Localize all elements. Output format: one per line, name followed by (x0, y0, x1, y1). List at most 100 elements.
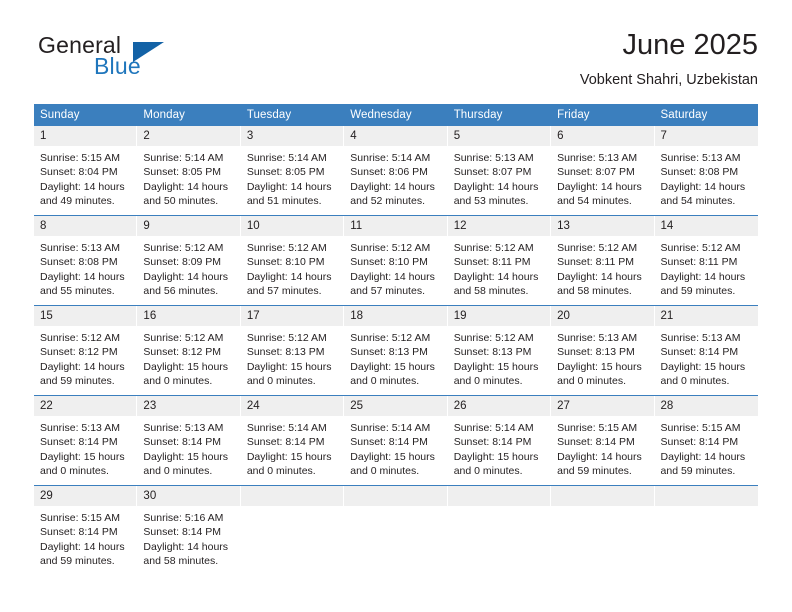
daylight-text-line2: and 57 minutes. (246, 285, 322, 298)
sunset-text: Sunset: 8:14 PM (660, 346, 739, 359)
day-cell[interactable]: 8 Sunrise: 5:13 AM Sunset: 8:08 PM Dayli… (34, 215, 138, 306)
day-cell[interactable]: 17 Sunrise: 5:12 AM Sunset: 8:13 PM Dayl… (240, 305, 345, 396)
daylight-text-line1: Daylight: 14 hours (40, 360, 125, 373)
day-cell[interactable]: 26 Sunrise: 5:14 AM Sunset: 8:14 PM Dayl… (447, 395, 552, 486)
sunrise-text: Sunrise: 5:12 AM (350, 332, 431, 344)
calendar-body: 1 Sunrise: 5:15 AM Sunset: 8:04 PM Dayli… (34, 126, 758, 575)
day-details: Sunrise: 5:12 AM Sunset: 8:11 PM Dayligh… (448, 236, 551, 299)
day-number: 28 (654, 396, 758, 416)
day-number: 21 (654, 306, 758, 326)
day-cell[interactable]: 30 Sunrise: 5:16 AM Sunset: 8:14 PM Dayl… (137, 485, 241, 575)
calendar-week-row: 1 Sunrise: 5:15 AM Sunset: 8:04 PM Dayli… (34, 126, 758, 216)
day-details: Sunrise: 5:13 AM Sunset: 8:14 PM Dayligh… (655, 326, 758, 389)
day-cell[interactable]: 19 Sunrise: 5:12 AM Sunset: 8:13 PM Dayl… (447, 305, 552, 396)
day-cell-empty (551, 485, 655, 575)
daylight-text-line1: Daylight: 14 hours (40, 180, 125, 193)
day-cell[interactable]: 18 Sunrise: 5:12 AM Sunset: 8:13 PM Dayl… (344, 305, 448, 396)
day-cell-empty (447, 485, 552, 575)
day-cell[interactable]: 14 Sunrise: 5:12 AM Sunset: 8:11 PM Dayl… (654, 215, 758, 306)
sunset-text: Sunset: 8:13 PM (350, 346, 428, 359)
day-cell[interactable]: 22 Sunrise: 5:13 AM Sunset: 8:14 PM Dayl… (34, 395, 138, 486)
day-cell[interactable]: 15 Sunrise: 5:12 AM Sunset: 8:12 PM Dayl… (34, 305, 138, 396)
day-cell[interactable]: 16 Sunrise: 5:12 AM Sunset: 8:12 PM Dayl… (137, 305, 241, 396)
day-cell[interactable]: 28 Sunrise: 5:15 AM Sunset: 8:14 PM Dayl… (654, 395, 758, 486)
daylight-text-line2: and 59 minutes. (40, 375, 115, 388)
daylight-text-line1: Daylight: 14 hours (246, 270, 332, 283)
day-details: Sunrise: 5:13 AM Sunset: 8:08 PM Dayligh… (655, 146, 758, 209)
day-cell[interactable]: 11 Sunrise: 5:12 AM Sunset: 8:10 PM Dayl… (344, 215, 448, 306)
sunset-text: Sunset: 8:04 PM (40, 166, 118, 179)
day-details: Sunrise: 5:12 AM Sunset: 8:13 PM Dayligh… (344, 326, 447, 389)
day-number: 23 (137, 396, 241, 416)
calendar-week-row: 8 Sunrise: 5:13 AM Sunset: 8:08 PM Dayli… (34, 215, 758, 306)
daylight-text-line2: and 59 minutes. (660, 465, 736, 478)
daylight-text-line2: and 0 minutes. (350, 375, 420, 388)
day-number: 5 (447, 126, 552, 146)
day-details: Sunrise: 5:15 AM Sunset: 8:14 PM Dayligh… (551, 416, 654, 479)
day-details: Sunrise: 5:14 AM Sunset: 8:14 PM Dayligh… (241, 416, 344, 479)
calendar-week-row: 29 Sunrise: 5:15 AM Sunset: 8:14 PM Dayl… (34, 485, 758, 575)
sunrise-text: Sunrise: 5:12 AM (453, 242, 534, 254)
day-cell[interactable]: 21 Sunrise: 5:13 AM Sunset: 8:14 PM Dayl… (654, 305, 758, 396)
sunrise-text: Sunrise: 5:12 AM (40, 332, 120, 344)
daylight-text-line2: and 54 minutes. (557, 195, 632, 208)
day-number: 13 (551, 216, 655, 236)
day-cell[interactable]: 3 Sunrise: 5:14 AM Sunset: 8:05 PM Dayli… (240, 126, 345, 216)
page-title: June 2025 (622, 29, 758, 61)
sunrise-text: Sunrise: 5:13 AM (40, 422, 120, 434)
day-cell[interactable]: 20 Sunrise: 5:13 AM Sunset: 8:13 PM Dayl… (551, 305, 655, 396)
weekday-header-wednesday: Wednesday (344, 104, 448, 126)
day-number: 16 (137, 306, 241, 326)
day-details (344, 506, 447, 511)
general-blue-logo[interactable]: General Blue (38, 32, 238, 88)
day-cell[interactable]: 4 Sunrise: 5:14 AM Sunset: 8:06 PM Dayli… (344, 126, 448, 216)
daylight-text-line1: Daylight: 14 hours (246, 180, 332, 193)
sunset-text: Sunset: 8:14 PM (143, 436, 222, 449)
daylight-text-line1: Daylight: 14 hours (143, 540, 229, 553)
day-details: Sunrise: 5:12 AM Sunset: 8:11 PM Dayligh… (551, 236, 654, 299)
daylight-text-line1: Daylight: 15 hours (660, 360, 746, 373)
weekday-header-sunday: Sunday (34, 104, 138, 126)
day-number: 15 (34, 306, 138, 326)
title-block: June 2025 Vobkent Shahri, Uzbekistan (580, 28, 758, 89)
day-cell[interactable]: 29 Sunrise: 5:15 AM Sunset: 8:14 PM Dayl… (34, 485, 138, 575)
day-cell[interactable]: 9 Sunrise: 5:12 AM Sunset: 8:09 PM Dayli… (137, 215, 241, 306)
day-number (344, 486, 448, 506)
day-cell[interactable]: 7 Sunrise: 5:13 AM Sunset: 8:08 PM Dayli… (654, 126, 758, 216)
day-cell[interactable]: 2 Sunrise: 5:14 AM Sunset: 8:05 PM Dayli… (137, 126, 241, 216)
sunrise-text: Sunrise: 5:13 AM (453, 152, 534, 164)
sunrise-text: Sunrise: 5:15 AM (40, 512, 120, 524)
day-details: Sunrise: 5:12 AM Sunset: 8:13 PM Dayligh… (448, 326, 551, 389)
day-cell[interactable]: 6 Sunrise: 5:13 AM Sunset: 8:07 PM Dayli… (551, 126, 655, 216)
day-number: 10 (240, 216, 345, 236)
daylight-text-line1: Daylight: 14 hours (143, 180, 229, 193)
day-cell[interactable]: 5 Sunrise: 5:13 AM Sunset: 8:07 PM Dayli… (447, 126, 552, 216)
day-number: 3 (240, 126, 345, 146)
day-details (241, 506, 344, 511)
sunset-text: Sunset: 8:08 PM (40, 256, 118, 269)
day-cell[interactable]: 25 Sunrise: 5:14 AM Sunset: 8:14 PM Dayl… (344, 395, 448, 486)
daylight-text-line1: Daylight: 14 hours (557, 270, 642, 283)
daylight-text-line1: Daylight: 15 hours (246, 450, 332, 463)
daylight-text-line2: and 59 minutes. (40, 555, 115, 568)
day-cell[interactable]: 13 Sunrise: 5:12 AM Sunset: 8:11 PM Dayl… (551, 215, 655, 306)
sunrise-text: Sunrise: 5:13 AM (660, 152, 741, 164)
daylight-text-line1: Daylight: 15 hours (350, 450, 435, 463)
sunrise-text: Sunrise: 5:14 AM (143, 152, 224, 164)
daylight-text-line2: and 58 minutes. (453, 285, 529, 298)
day-cell[interactable]: 23 Sunrise: 5:13 AM Sunset: 8:14 PM Dayl… (137, 395, 241, 486)
sunset-text: Sunset: 8:11 PM (557, 256, 634, 269)
day-number: 29 (34, 486, 138, 506)
sunset-text: Sunset: 8:14 PM (660, 436, 739, 449)
sunrise-text: Sunrise: 5:13 AM (557, 152, 638, 164)
sunset-text: Sunset: 8:12 PM (40, 346, 118, 359)
daylight-text-line2: and 49 minutes. (40, 195, 115, 208)
day-cell[interactable]: 24 Sunrise: 5:14 AM Sunset: 8:14 PM Dayl… (240, 395, 345, 486)
day-cell[interactable]: 27 Sunrise: 5:15 AM Sunset: 8:14 PM Dayl… (551, 395, 655, 486)
day-cell[interactable]: 12 Sunrise: 5:12 AM Sunset: 8:11 PM Dayl… (447, 215, 552, 306)
day-cell[interactable]: 10 Sunrise: 5:12 AM Sunset: 8:10 PM Dayl… (240, 215, 345, 306)
daylight-text-line1: Daylight: 14 hours (350, 180, 435, 193)
daylight-text-line2: and 50 minutes. (143, 195, 219, 208)
daylight-text-line1: Daylight: 14 hours (350, 270, 435, 283)
day-cell[interactable]: 1 Sunrise: 5:15 AM Sunset: 8:04 PM Dayli… (34, 126, 138, 216)
